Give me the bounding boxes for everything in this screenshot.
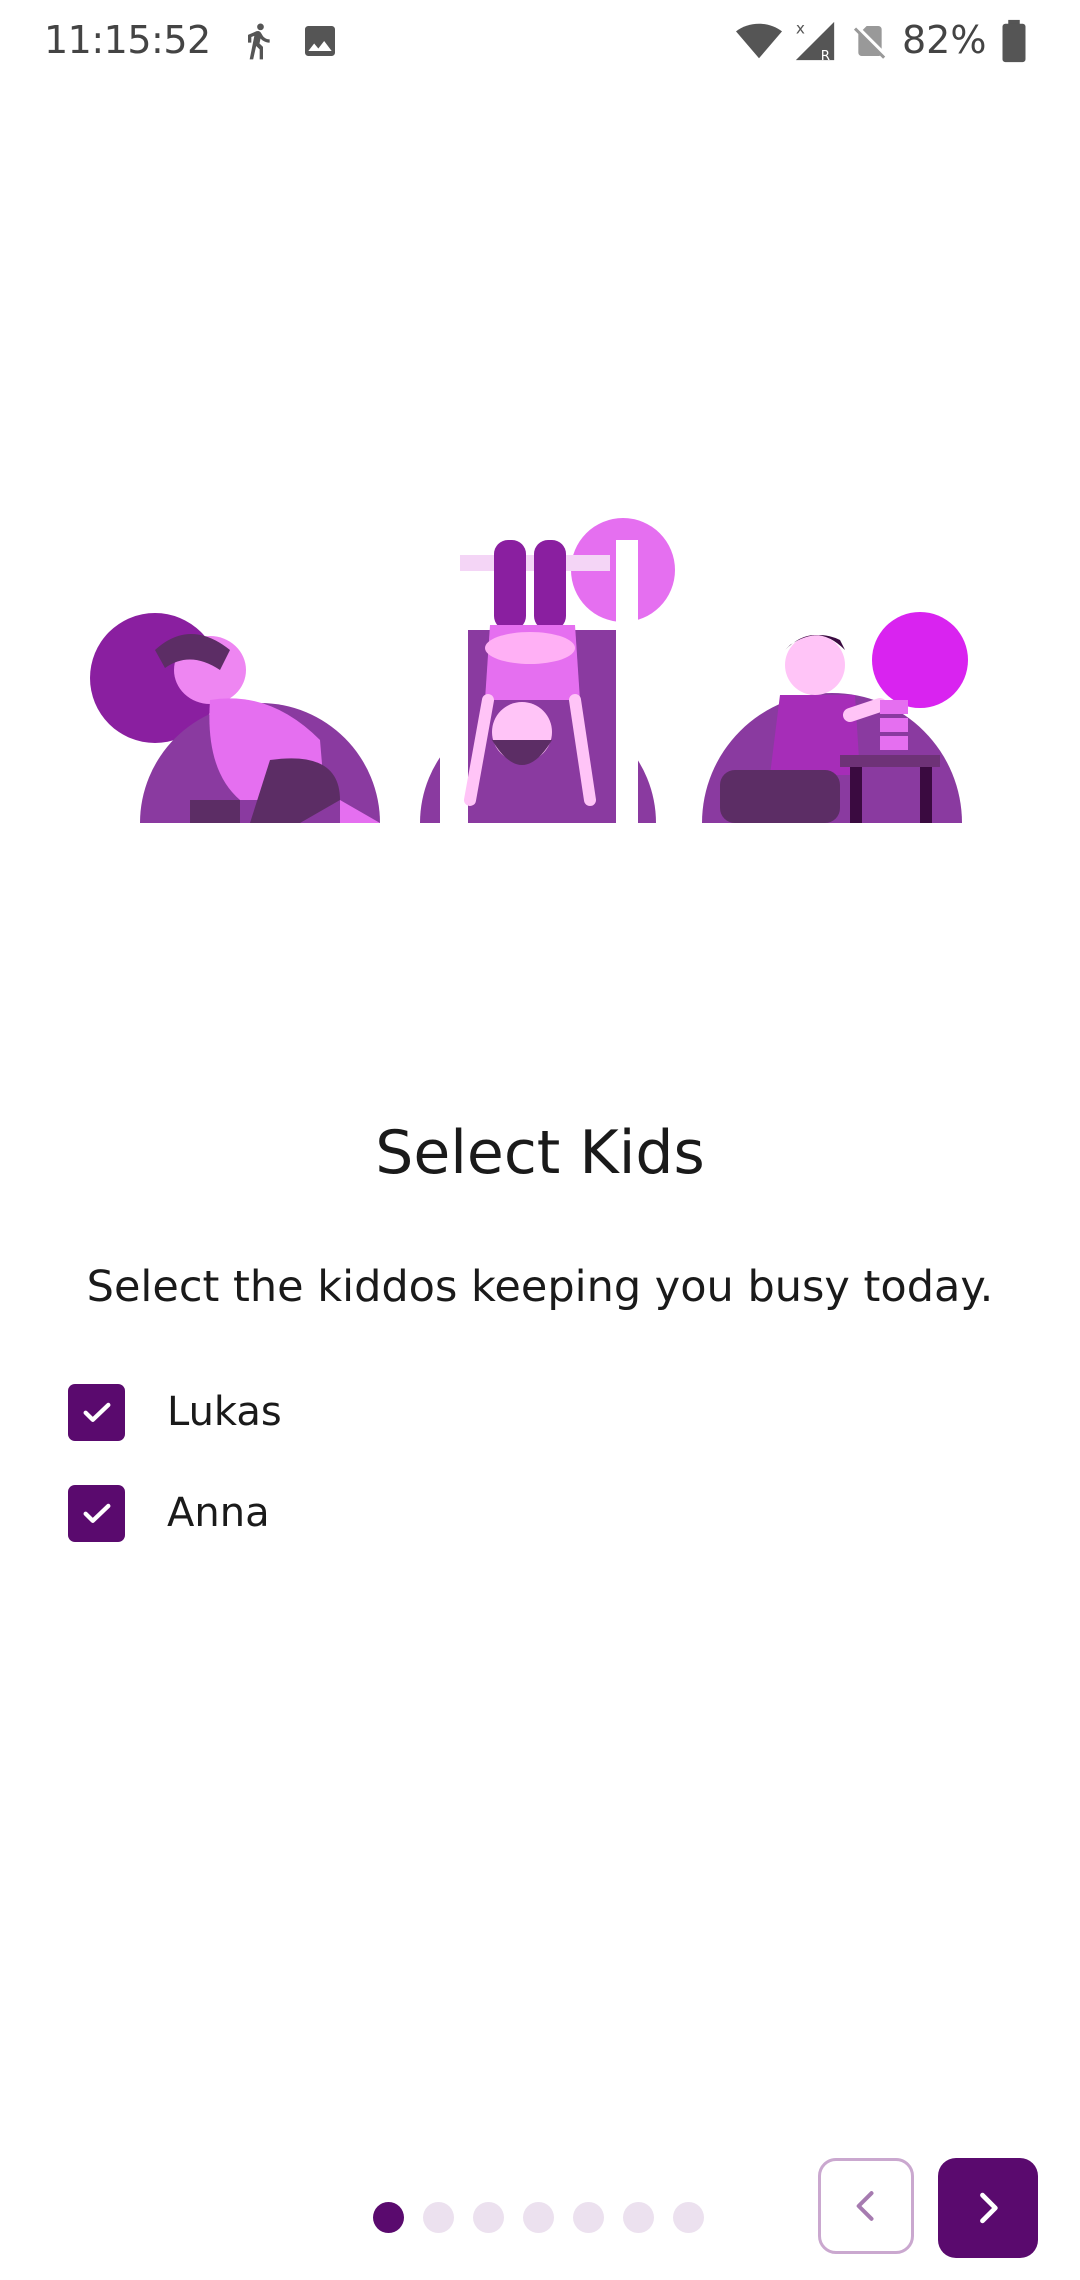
page-dot-4 [523, 2202, 554, 2233]
chevron-left-icon [856, 2191, 874, 2221]
kid-label: Lukas [167, 1389, 282, 1435]
status-time: 11:15:52 [44, 18, 211, 62]
checkmark-icon [83, 1503, 110, 1523]
no-sim-icon [850, 18, 890, 68]
cell-signal-icon: x R [792, 18, 838, 68]
chevron-right-icon [980, 2192, 998, 2224]
battery-percent: 82% [902, 18, 987, 62]
kid-hanging-illustration [420, 518, 675, 823]
svg-text:x: x [796, 19, 805, 37]
page-dot-1 [373, 2202, 404, 2233]
kid-label: Anna [167, 1490, 270, 1536]
kid-option-lukas[interactable]: Lukas [68, 1382, 968, 1442]
page-dot-6 [623, 2202, 654, 2233]
pagination-dots [0, 2202, 1080, 2234]
previous-button[interactable] [818, 2158, 914, 2254]
onboarding-illustration [0, 500, 1080, 830]
page-title: Select Kids [375, 1118, 705, 1188]
page-dot-7 [673, 2202, 704, 2233]
checkbox-anna[interactable] [68, 1484, 125, 1542]
kid-option-anna[interactable]: Anna [68, 1483, 968, 1543]
page-dot-3 [473, 2202, 504, 2233]
walking-icon [238, 18, 278, 68]
page-dot-5 [573, 2202, 604, 2233]
battery-icon [1000, 18, 1028, 68]
image-icon [300, 18, 340, 68]
checkmark-icon [83, 1402, 110, 1422]
wifi-icon [735, 18, 783, 68]
kid-stacking-blocks-illustration [702, 612, 968, 823]
svg-text:R: R [821, 49, 830, 64]
page-subtitle: Select the kiddos keeping you busy today… [86, 1262, 994, 1312]
next-button[interactable] [938, 2158, 1038, 2258]
status-bar: 11:15:52 x R 82% [0, 0, 1080, 84]
page-dot-2 [423, 2202, 454, 2233]
kid-crawling-illustration [90, 613, 380, 823]
checkbox-lukas[interactable] [68, 1383, 125, 1441]
